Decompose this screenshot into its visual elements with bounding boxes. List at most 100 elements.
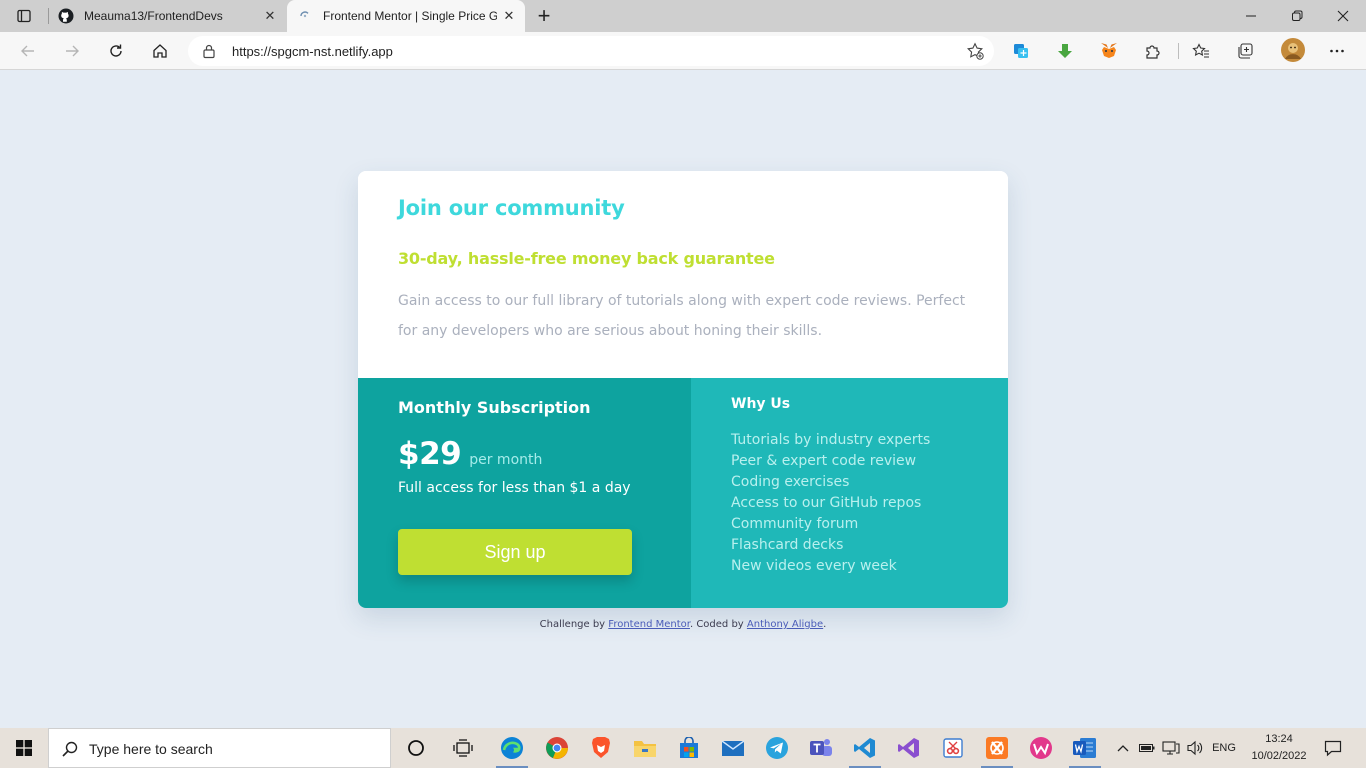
toolbar-separator bbox=[1178, 43, 1179, 59]
sign-up-button[interactable]: Sign up bbox=[398, 529, 632, 575]
home-icon bbox=[153, 44, 167, 58]
battery-button[interactable] bbox=[1138, 728, 1156, 768]
more-menu-icon[interactable] bbox=[1326, 40, 1348, 62]
start-button[interactable] bbox=[0, 728, 48, 768]
url-text: https://spgcm-nst.netlify.app bbox=[232, 44, 393, 59]
community-section: Join our community 30-day, hassle-free m… bbox=[358, 171, 1008, 378]
tab-title: Frontend Mentor | Single Price G bbox=[323, 9, 497, 23]
taskbar-file-explorer[interactable] bbox=[623, 728, 667, 768]
home-button[interactable] bbox=[145, 36, 175, 66]
taskbar-wamp[interactable] bbox=[1019, 728, 1063, 768]
network-icon bbox=[1162, 741, 1180, 755]
collections-icon[interactable] bbox=[1234, 40, 1256, 62]
address-bar[interactable]: https://spgcm-nst.netlify.app bbox=[188, 36, 994, 66]
favorites-icon[interactable] bbox=[1190, 40, 1212, 62]
tab-github[interactable]: Meauma13/FrontendDevs ✕ bbox=[48, 0, 286, 32]
clock-time: 13:24 bbox=[1265, 733, 1293, 745]
footer-middle: . Coded by bbox=[689, 619, 744, 630]
taskbar-xampp[interactable] bbox=[975, 728, 1019, 768]
tab-title: Meauma13/FrontendDevs bbox=[84, 9, 223, 23]
forward-button[interactable] bbox=[57, 36, 87, 66]
battery-icon bbox=[1139, 744, 1155, 752]
store-bag-icon bbox=[680, 737, 698, 758]
taskbar-visual-studio[interactable] bbox=[887, 728, 931, 768]
list-item: Coding exercises bbox=[731, 474, 850, 490]
xampp-icon bbox=[986, 737, 1008, 759]
pricing-card: Join our community 30-day, hassle-free m… bbox=[358, 171, 1008, 608]
list-item: Peer & expert code review bbox=[731, 453, 917, 469]
language-indicator[interactable]: ENG bbox=[1208, 728, 1240, 768]
guarantee-subtitle: 30-day, hassle-free money back guarantee bbox=[398, 249, 775, 268]
new-tab-button[interactable]: + bbox=[530, 3, 558, 28]
subscription-section: Monthly Subscription $29 per month Full … bbox=[358, 378, 691, 608]
visual-studio-icon bbox=[898, 738, 919, 758]
taskbar-store[interactable] bbox=[667, 728, 711, 768]
word-icon bbox=[1073, 738, 1096, 758]
task-view-button[interactable] bbox=[441, 728, 485, 768]
vscode-icon bbox=[854, 738, 875, 758]
taskbar-vscode[interactable] bbox=[843, 728, 887, 768]
extensions-puzzle-icon[interactable] bbox=[1142, 40, 1164, 62]
taskbar-snipping-tool[interactable] bbox=[931, 728, 975, 768]
footer-prefix: Challenge by bbox=[539, 619, 606, 630]
network-button[interactable] bbox=[1160, 728, 1182, 768]
close-tab-icon[interactable]: ✕ bbox=[497, 4, 521, 28]
restore-button[interactable] bbox=[1274, 0, 1320, 32]
clock-date: 10/02/2022 bbox=[1251, 750, 1307, 762]
close-window-button[interactable] bbox=[1320, 0, 1366, 32]
tab-actions-icon bbox=[17, 9, 31, 23]
github-icon bbox=[58, 8, 74, 24]
close-icon bbox=[1337, 10, 1349, 22]
frontend-mentor-link[interactable]: Frontend Mentor bbox=[608, 619, 690, 630]
taskbar-chrome[interactable] bbox=[535, 728, 579, 768]
volume-button[interactable] bbox=[1184, 728, 1206, 768]
taskbar-word[interactable] bbox=[1063, 728, 1107, 768]
plus-icon: + bbox=[537, 3, 551, 28]
brave-lion-icon bbox=[592, 737, 610, 758]
download-extension-icon[interactable] bbox=[1054, 40, 1076, 62]
speaker-icon bbox=[1187, 740, 1203, 756]
mail-icon bbox=[721, 740, 745, 756]
back-arrow-icon bbox=[21, 45, 34, 57]
back-button[interactable] bbox=[13, 36, 43, 66]
access-note: Full access for less than $1 a day bbox=[398, 480, 631, 496]
minimize-button[interactable] bbox=[1228, 0, 1274, 32]
list-item: Community forum bbox=[731, 516, 859, 532]
taskbar-mail[interactable] bbox=[711, 728, 755, 768]
list-item: Flashcard decks bbox=[731, 537, 844, 553]
list-item: Tutorials by industry experts bbox=[731, 432, 931, 448]
search-placeholder: Type here to search bbox=[89, 741, 213, 757]
why-us-section: Why Us Tutorials by industry experts Pee… bbox=[691, 378, 1008, 608]
taskbar-clock[interactable]: 13:24 10/02/2022 bbox=[1246, 731, 1312, 765]
tab-frontend-mentor[interactable]: Frontend Mentor | Single Price G ✕ bbox=[287, 0, 525, 32]
price-period: per month bbox=[469, 452, 543, 468]
chevron-up-icon bbox=[1117, 745, 1129, 752]
taskbar-search-box[interactable]: Type here to search bbox=[48, 728, 391, 768]
list-item: Access to our GitHub repos bbox=[731, 495, 922, 511]
collections-extension-icon[interactable] bbox=[1010, 40, 1032, 62]
snipping-tool-icon bbox=[943, 738, 963, 758]
taskbar-edge[interactable] bbox=[490, 728, 534, 768]
attribution-footer: Challenge by Frontend Mentor. Coded by A… bbox=[0, 619, 1366, 630]
cortana-button[interactable] bbox=[394, 728, 438, 768]
taskbar-telegram[interactable] bbox=[755, 728, 799, 768]
add-favorite-icon[interactable] bbox=[966, 42, 984, 65]
taskbar-brave[interactable] bbox=[579, 728, 623, 768]
notifications-button[interactable] bbox=[1318, 728, 1348, 768]
task-view-icon bbox=[453, 739, 473, 757]
edge-icon bbox=[501, 737, 523, 759]
cortana-circle-icon bbox=[408, 740, 424, 756]
refresh-button[interactable] bbox=[101, 36, 131, 66]
profile-avatar[interactable] bbox=[1280, 37, 1306, 63]
price-amount: $29 bbox=[398, 436, 462, 472]
show-hidden-icons-button[interactable] bbox=[1114, 728, 1132, 768]
author-link[interactable]: Anthony Aligbe bbox=[747, 619, 823, 630]
restore-icon bbox=[1292, 10, 1303, 21]
close-tab-icon[interactable]: ✕ bbox=[258, 4, 282, 28]
taskbar-teams[interactable] bbox=[799, 728, 843, 768]
wamp-icon bbox=[1030, 737, 1052, 759]
lock-icon bbox=[202, 43, 216, 64]
tab-actions-button[interactable] bbox=[0, 0, 48, 32]
metamask-fox-icon[interactable] bbox=[1098, 40, 1120, 62]
telegram-icon bbox=[766, 737, 788, 759]
